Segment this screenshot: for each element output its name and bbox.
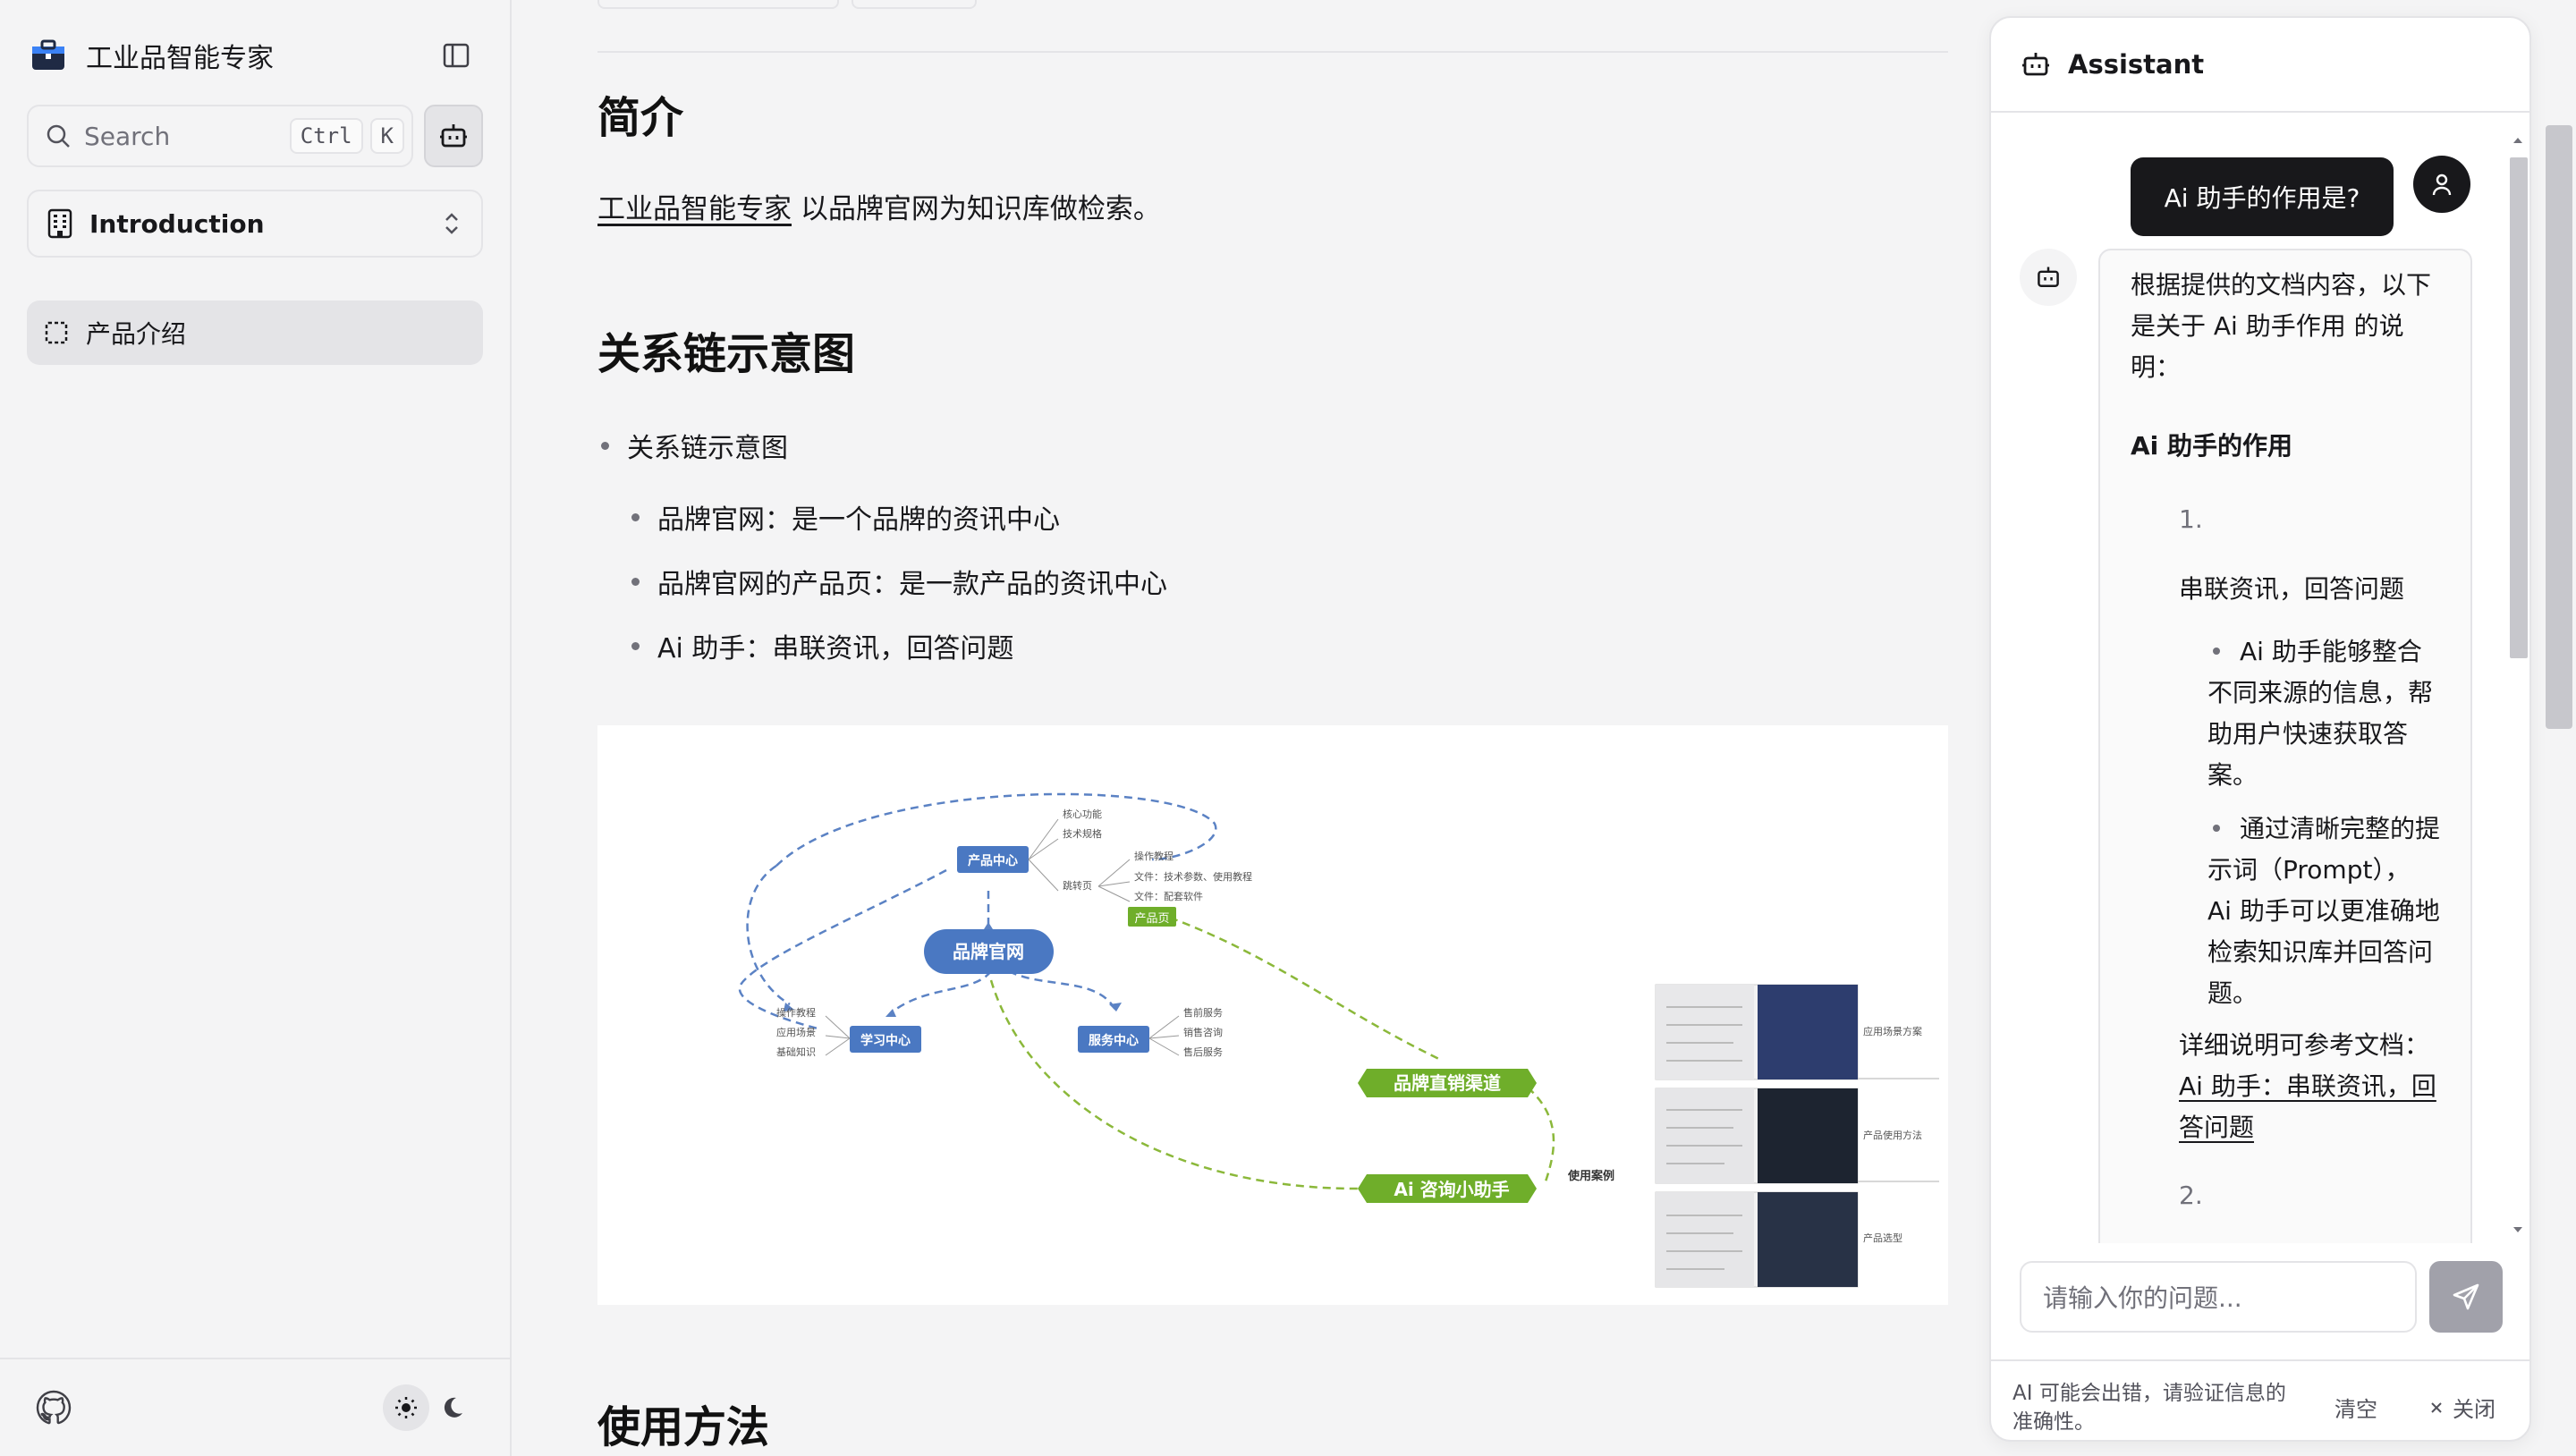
user-message: Ai 助手的作用是? xyxy=(2131,157,2394,236)
intro-paragraph: 工业品智能专家 以品牌官网为知识库做检索。 xyxy=(597,186,1161,226)
disclaimer: AI 可能会出错，请验证信息的 准确性。 xyxy=(2012,1382,2286,1434)
sidebar-panel-icon xyxy=(443,43,470,68)
brand[interactable]: 工业品智能专家 xyxy=(29,32,274,79)
reference-text: 详细说明可参考文档： xyxy=(2179,1030,2430,1060)
svg-text:操作教程: 操作教程 xyxy=(776,1006,816,1019)
svg-text:品牌直销渠道: 品牌直销渠道 xyxy=(1394,1072,1501,1094)
brand-name: 工业品智能专家 xyxy=(86,43,274,74)
svg-text:品牌官网: 品牌官网 xyxy=(953,941,1024,962)
svg-text:使用案例: 使用案例 xyxy=(1567,1169,1614,1183)
toolbox-logo-icon xyxy=(32,39,64,70)
list-item: 通过清晰完整的提 示词（Prompt）， Ai 助手可以更准确地 检索知识库并回… xyxy=(2207,814,2441,1008)
search-placeholder: Search xyxy=(84,121,171,151)
search-input[interactable]: Search Ctrl K xyxy=(27,105,413,167)
svg-text:跳转页: 跳转页 xyxy=(1063,879,1092,892)
moon-icon xyxy=(444,1397,462,1418)
heading-relation: 关系链示意图 xyxy=(597,329,856,379)
building-icon xyxy=(47,208,72,239)
bot-icon xyxy=(440,124,467,148)
scroll-down-icon[interactable] xyxy=(2504,1222,2529,1240)
reply-intro: 根据提供的文档内容，以下 是关于 Ai 助手作用 的说 明： xyxy=(2131,270,2432,382)
svg-text:Ai 咨询小助手: Ai 咨询小助手 xyxy=(1394,1179,1509,1200)
divider xyxy=(597,51,1948,53)
svg-text:核心功能: 核心功能 xyxy=(1063,808,1102,820)
svg-text:基础知识: 基础知识 xyxy=(776,1045,816,1058)
user-avatar xyxy=(2413,156,2470,213)
svg-text:产品使用方法: 产品使用方法 xyxy=(1863,1129,1922,1141)
svg-text:学习中心: 学习中心 xyxy=(860,1033,911,1048)
chat-thread[interactable]: Ai 助手的作用是? 根据提供的文档内容，以下 是关于 Ai 助手作用 的说 明… xyxy=(1991,113,2529,1243)
page-scrollbar-thumb[interactable] xyxy=(2546,125,2572,729)
list-item: 品牌官网：是一个品牌的资讯中心 xyxy=(631,497,1060,537)
svg-text:销售咨询: 销售咨询 xyxy=(1183,1026,1223,1038)
top-chip[interactable] xyxy=(597,0,839,9)
sidebar-item-product-intro[interactable]: 产品介绍 xyxy=(27,301,483,365)
svg-text:售后服务: 售后服务 xyxy=(1183,1045,1223,1058)
intro-link[interactable]: 工业品智能专家 xyxy=(597,193,792,225)
svg-text:产品中心: 产品中心 xyxy=(968,853,1018,868)
close-button[interactable]: 关闭 xyxy=(2428,1392,2496,1423)
main-content: 简介 工业品智能专家 以品牌官网为知识库做检索。 关系链示意图 关系链示意图 品… xyxy=(513,0,1989,1456)
svg-text:产品选型: 产品选型 xyxy=(1863,1232,1902,1244)
dark-mode-button[interactable] xyxy=(429,1384,476,1431)
section-select[interactable]: Introduction xyxy=(27,190,483,258)
svg-text:服务中心: 服务中心 xyxy=(1089,1033,1139,1048)
kbd-k: K xyxy=(369,118,404,154)
reference-link[interactable]: Ai 助手：串联资讯，回 答问题 xyxy=(2179,1066,2436,1148)
kbd-ctrl: Ctrl xyxy=(289,118,363,154)
clear-button[interactable]: 清空 xyxy=(2334,1392,2377,1423)
dashed-box-icon xyxy=(45,321,68,344)
reply-subheading: 串联资讯，回答问题 xyxy=(2179,574,2405,604)
github-icon[interactable] xyxy=(36,1390,72,1426)
sidebar-item-label: 产品介绍 xyxy=(86,319,187,349)
assistant-footer: AI 可能会出错，请验证信息的 准确性。 清空 关闭 xyxy=(1991,1359,2529,1440)
question-input[interactable]: 请输入你的问题... xyxy=(2020,1261,2417,1333)
svg-text:技术规格: 技术规格 xyxy=(1063,827,1102,840)
svg-text:操作教程: 操作教程 xyxy=(1134,850,1174,862)
light-mode-button[interactable] xyxy=(383,1384,429,1431)
list-item: 品牌官网的产品页：是一款产品的资讯中心 xyxy=(631,562,1167,601)
section-select-label: Introduction xyxy=(89,208,265,239)
svg-text:文件：配套软件: 文件：配套软件 xyxy=(1134,890,1203,902)
close-icon xyxy=(2431,1401,2442,1413)
svg-text:产品页: 产品页 xyxy=(1134,912,1169,926)
sun-icon xyxy=(395,1397,417,1418)
sidebar: 工业品智能专家 Search Ctrl K Introduction 产品介绍 xyxy=(0,0,512,1456)
svg-text:应用场景: 应用场景 xyxy=(776,1026,816,1038)
composer: 请输入你的问题... xyxy=(1991,1243,2529,1350)
list-item: Ai 助手能够整合 不同来源的信息，帮 助用户快速获取答 案。 xyxy=(2207,637,2434,790)
assistant-panel: Assistant Ai 助手的作用是? 根据提供的文档内容，以下 是关于 Ai… xyxy=(1989,16,2531,1442)
reply-heading: Ai 助手的作用 xyxy=(2131,431,2293,461)
user-icon xyxy=(2432,174,2452,196)
bot-icon xyxy=(2038,267,2059,287)
intro-text: 以品牌官网为知识库做检索。 xyxy=(792,193,1161,225)
heading-intro: 简介 xyxy=(597,93,684,143)
sidebar-toggle-button[interactable] xyxy=(436,36,476,75)
bot-icon xyxy=(2022,53,2049,76)
heading-usage: 使用方法 xyxy=(597,1402,770,1452)
ask-ai-button[interactable] xyxy=(424,105,483,167)
list-item: Ai 助手：串联资讯，回答问题 xyxy=(631,626,1013,665)
relation-diagram: 品牌官网 产品中心 学习中心 服务中心 产品页 品牌直销渠道 Ai 咨询小助手 … xyxy=(597,725,1948,1305)
list-number: 2. xyxy=(2179,1181,2203,1210)
top-chip[interactable] xyxy=(852,0,977,9)
svg-text:售前服务: 售前服务 xyxy=(1183,1006,1223,1019)
svg-text:应用场景方案: 应用场景方案 xyxy=(1863,1025,1922,1037)
search-icon xyxy=(47,124,70,148)
list-number: 1. xyxy=(2179,504,2203,534)
bot-avatar xyxy=(2020,249,2077,306)
send-button[interactable] xyxy=(2429,1261,2503,1333)
theme-switch[interactable] xyxy=(383,1381,483,1435)
send-icon xyxy=(2453,1283,2479,1310)
assistant-header: Assistant xyxy=(1991,18,2529,113)
svg-text:文件：技术参数、使用教程: 文件：技术参数、使用教程 xyxy=(1134,870,1252,883)
assistant-title: Assistant xyxy=(2068,49,2205,80)
scroll-up-icon[interactable] xyxy=(2504,131,2529,148)
chevron-up-down-icon xyxy=(445,213,458,234)
list-item: 关系链示意图 xyxy=(601,426,788,465)
assistant-message: 根据提供的文档内容，以下 是关于 Ai 助手作用 的说 明： Ai 助手的作用 … xyxy=(2098,249,2472,1243)
chat-scroll-thumb[interactable] xyxy=(2510,157,2528,658)
sidebar-footer xyxy=(0,1358,512,1456)
chat-scrollbar[interactable] xyxy=(2504,131,2529,1240)
